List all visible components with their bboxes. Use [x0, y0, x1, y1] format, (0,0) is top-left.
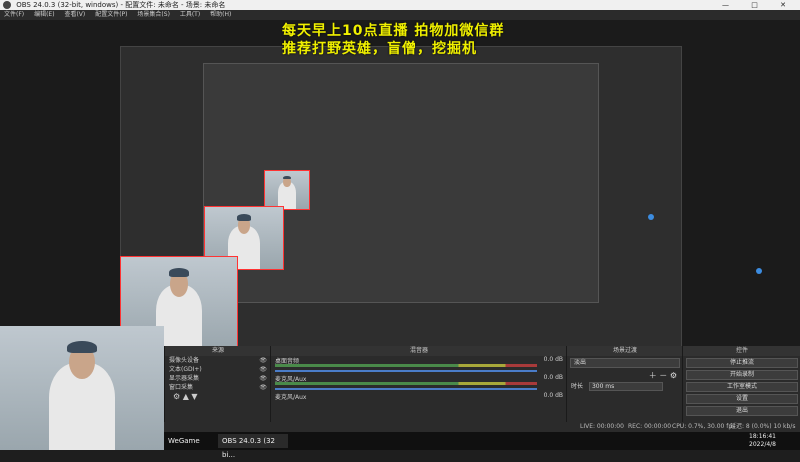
stop-streaming-button[interactable]: 停止推流: [686, 358, 798, 368]
camera-feed-small: [264, 170, 310, 210]
window-title: OBS 24.0.3 (32-bit, windows) - 配置文件: 未命名…: [16, 1, 226, 9]
menu-edit[interactable]: 编辑(E): [34, 11, 54, 18]
move-down-icon[interactable]: ▼: [191, 392, 197, 401]
transitions-panel: 场景过渡 淡出 ＋ － ⚙ 时长 300 ms: [566, 346, 683, 422]
source-settings-icon[interactable]: ⚙: [173, 392, 180, 401]
rec-status: REC: 00:00:00: [628, 423, 672, 430]
transitions-header: 场景过渡: [567, 346, 683, 356]
mixer-level: 0.0 dB: [543, 356, 563, 363]
source-item[interactable]: 显示器采集 👁: [165, 374, 271, 383]
visibility-icon[interactable]: 👁: [259, 365, 267, 374]
mixer-channel: 麦克风/Aux 0.0 dB: [271, 392, 567, 410]
clock-time: 18:16:41: [749, 433, 776, 440]
sources-panel: 来源 摄像头设备 👁 文本(GDI+) 👁 显示器采集 👁 窗口采集 👁 ⚙ ▲ ▼: [164, 346, 271, 422]
source-item[interactable]: 摄像头设备 👁: [165, 356, 271, 365]
live-status: LIVE: 00:00:00: [580, 423, 624, 430]
menu-file[interactable]: 文件(F): [4, 11, 24, 18]
volume-meter: [275, 364, 537, 367]
overlay-text-line2: 推荐打野英雄，盲僧，挖掘机: [282, 41, 477, 57]
title-bar: OBS 24.0.3 (32-bit, windows) - 配置文件: 未命名…: [0, 0, 800, 10]
transition-duration-row: 时长 300 ms: [567, 381, 683, 391]
mixer-channel: 桌面音频 0.0 dB: [271, 356, 567, 374]
mixer-level: 0.0 dB: [543, 392, 563, 399]
controls-header: 控件: [683, 346, 800, 356]
camera-feed-main: [0, 326, 164, 450]
duration-input[interactable]: 300 ms: [588, 382, 663, 391]
clock-date: 2022/4/8: [749, 441, 776, 448]
exit-button[interactable]: 退出: [686, 406, 798, 416]
move-up-icon[interactable]: ▲: [183, 392, 189, 401]
cursor-icon: [756, 268, 762, 274]
menu-scene-collection[interactable]: 场景集合(S): [137, 11, 170, 18]
mixer-channel-name: 麦克风/Aux: [275, 394, 307, 401]
sources-header: 来源: [165, 346, 271, 356]
mixer-level: 0.0 dB: [543, 374, 563, 381]
close-button[interactable]: ✕: [780, 1, 796, 9]
system-clock: 18:16:41 2022/4/8: [749, 433, 776, 449]
stream-stats: 延迟: 8 (0.0%) 10 kb/s: [730, 423, 796, 430]
volume-slider[interactable]: [275, 370, 537, 372]
volume-slider[interactable]: [275, 388, 537, 390]
start-recording-button[interactable]: 开始录制: [686, 370, 798, 380]
transition-toolbar: ＋ － ⚙: [567, 370, 683, 381]
menu-profile[interactable]: 配置文件(P): [95, 11, 127, 18]
taskbar-obs[interactable]: OBS 24.0.3 (32 bi...: [218, 434, 288, 459]
duration-label: 时长: [571, 383, 584, 390]
controls-panel: 控件 停止推流 开始录制 工作室模式 设置 退出: [682, 346, 800, 422]
remove-icon[interactable]: －: [659, 371, 667, 380]
visibility-icon[interactable]: 👁: [259, 374, 267, 383]
add-icon[interactable]: ＋: [649, 371, 657, 380]
source-item[interactable]: 窗口采集 👁: [165, 383, 271, 392]
mixer-channel: 麦克风/Aux 0.0 dB: [271, 374, 567, 392]
source-item[interactable]: 文本(GDI+) 👁: [165, 365, 271, 374]
menu-tools[interactable]: 工具(T): [180, 11, 200, 18]
mixer-panel: 混音器 桌面音频 0.0 dB 麦克风/Aux 0.0 dB 麦克风/Aux 0…: [270, 346, 567, 422]
preview-canvas[interactable]: 每天早上10点直播 拍物加微信群 推荐打野英雄，盲僧，挖掘机: [0, 20, 800, 360]
taskbar-wegame[interactable]: WeGame: [164, 434, 218, 448]
menu-bar: 文件(F) 编辑(E) 查看(V) 配置文件(P) 场景集合(S) 工具(T) …: [0, 10, 800, 20]
studio-mode-button[interactable]: 工作室模式: [686, 382, 798, 392]
visibility-icon[interactable]: 👁: [259, 356, 267, 365]
visibility-icon[interactable]: 👁: [259, 383, 267, 392]
cpu-status: CPU: 0.7%, 30.00 fps: [672, 423, 736, 430]
settings-button[interactable]: 设置: [686, 394, 798, 404]
window-controls: — □ ✕: [722, 0, 796, 10]
overlay-text-line1: 每天早上10点直播 拍物加微信群: [282, 23, 505, 39]
menu-help[interactable]: 帮助(H): [210, 11, 231, 18]
maximize-button[interactable]: □: [751, 1, 768, 9]
obs-app-icon: [3, 1, 11, 9]
menu-view[interactable]: 查看(V): [64, 11, 85, 18]
transition-settings-icon[interactable]: ⚙: [670, 371, 677, 380]
transition-select[interactable]: 淡出: [570, 358, 680, 368]
sources-toolbar: ⚙ ▲ ▼: [165, 392, 271, 401]
mixer-header: 混音器: [271, 346, 567, 356]
minimize-button[interactable]: —: [722, 1, 739, 9]
volume-meter: [275, 382, 537, 385]
cursor-icon: [648, 214, 654, 220]
